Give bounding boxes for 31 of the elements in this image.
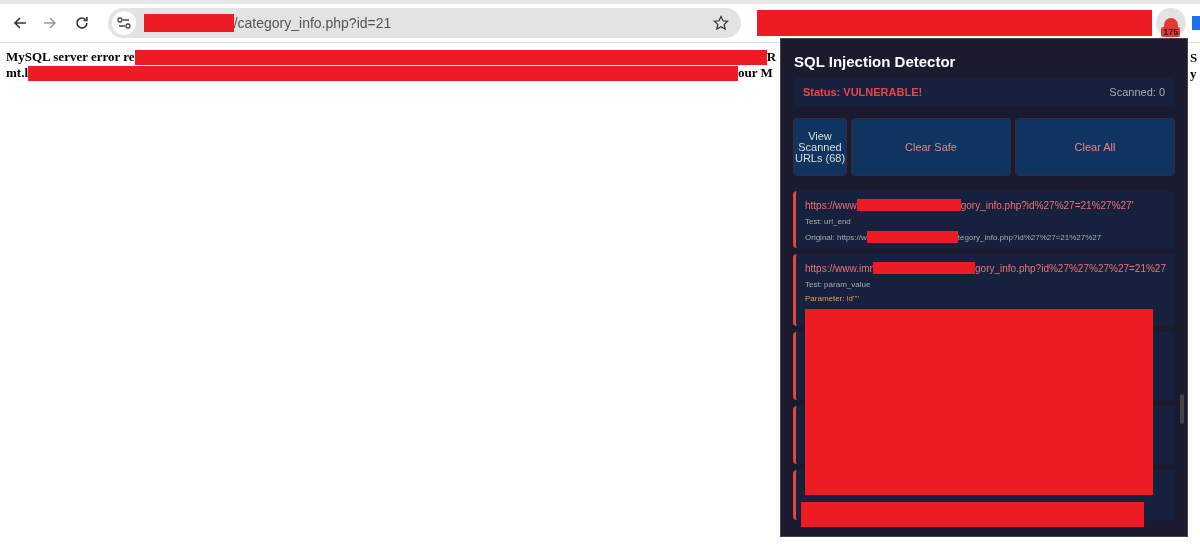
address-bar[interactable]: /category_info.php?id=21 [107, 8, 742, 38]
star-icon[interactable] [713, 15, 730, 31]
error-text: our M [738, 65, 773, 81]
error-text: R [766, 49, 777, 65]
status-text: Status: VULNERABLE! [803, 86, 923, 98]
url-text: https://www.imr [805, 262, 873, 274]
site-settings-icon[interactable] [111, 11, 136, 35]
test-type: Test: url_end [805, 217, 852, 226]
badge-count: 175 [1161, 27, 1181, 37]
scrollbar-thumb[interactable] [1180, 394, 1184, 424]
test-type: Test: param_value [805, 280, 872, 289]
action-button[interactable]: Clear All [1015, 118, 1175, 176]
url-text: https://www [805, 199, 857, 211]
popup-title: SQL Injection Detector [794, 53, 957, 70]
error-text: y [1190, 66, 1197, 82]
original-url: Original: https://w [805, 232, 867, 242]
url-text: gory_info.php?id%27%27%27%27=21%27 [975, 262, 1166, 274]
extension-button[interactable]: 175 [1156, 8, 1187, 38]
action-button[interactable]: Clear Safe [851, 118, 1011, 176]
error-text: mt.l [6, 65, 29, 81]
forward-icon[interactable] [41, 15, 58, 31]
scanned-count: Scanned: 0 [1109, 86, 1165, 98]
parameter-text: Parameter: id'''' [805, 294, 861, 303]
action-button[interactable]: View Scanned URLs (68) [793, 118, 847, 176]
url-text: /category_info.php?id=21 [233, 15, 392, 31]
back-icon[interactable] [12, 15, 28, 31]
reload-icon[interactable] [73, 15, 90, 31]
original-url: tegory_info.php?id%27%27=21%27%27 [957, 232, 1102, 242]
error-text: MySQL server error re [6, 49, 135, 65]
url-text: gory_info.php?id%27%27=21%27%27' [960, 199, 1134, 211]
error-text: S [1190, 50, 1198, 66]
